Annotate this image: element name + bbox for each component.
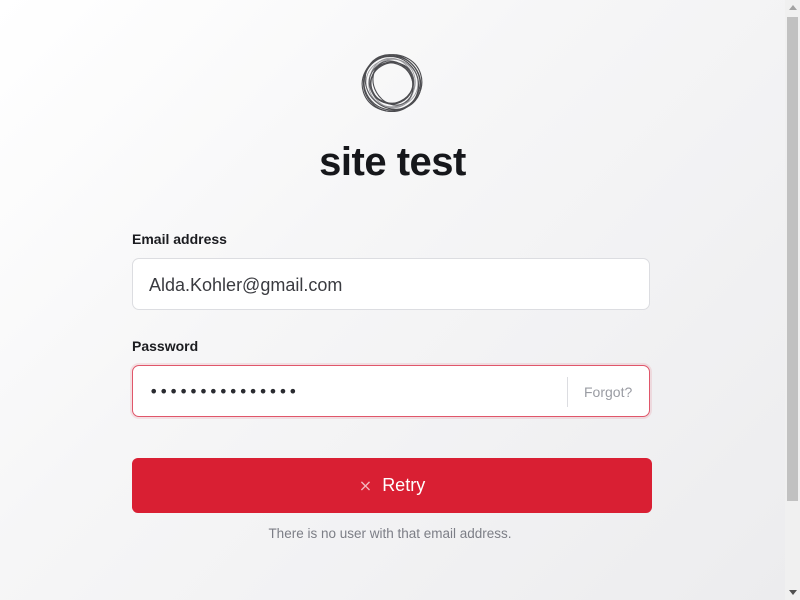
page-title: site test [319, 140, 466, 184]
error-message: There is no user with that email address… [268, 526, 512, 541]
vertical-scrollbar[interactable] [785, 0, 800, 600]
scrollbar-thumb[interactable] [787, 17, 798, 501]
password-field[interactable]: ••••••••••••••• Forgot? [132, 365, 650, 417]
password-value[interactable]: ••••••••••••••• [149, 366, 298, 418]
email-label: Email address [132, 231, 227, 247]
arrow-up-icon[interactable] [785, 0, 800, 15]
login-page: site test Email address Alda.Kohler@gmai… [0, 0, 785, 600]
close-icon: × [358, 476, 373, 495]
retry-button[interactable]: × Retry [132, 458, 652, 513]
forgot-password-link[interactable]: Forgot? [584, 366, 632, 418]
retry-label: Retry [382, 475, 426, 495]
arrow-down-icon[interactable] [785, 585, 800, 600]
email-field[interactable]: Alda.Kohler@gmail.com [132, 258, 650, 310]
email-value[interactable]: Alda.Kohler@gmail.com [149, 259, 342, 311]
ring-logo-icon [361, 54, 423, 113]
password-divider [567, 377, 568, 407]
password-label: Password [132, 338, 199, 354]
